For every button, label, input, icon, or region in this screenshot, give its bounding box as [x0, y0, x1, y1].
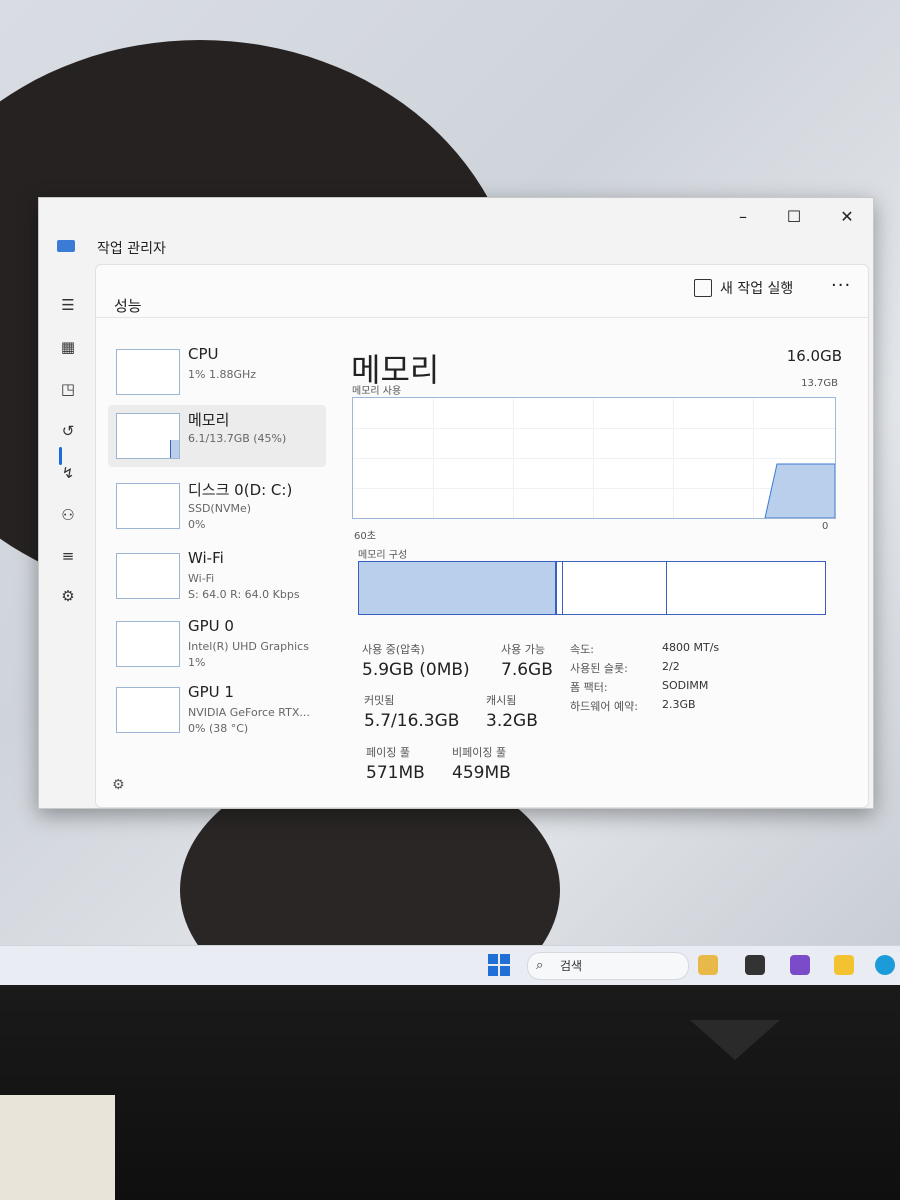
run-new-task-label: 새 작업 실행 — [720, 281, 794, 297]
resource-name: GPU 0 — [188, 617, 234, 635]
resource-item-gpu0[interactable]: GPU 0 Intel(R) UHD Graphics 1% — [108, 613, 326, 675]
desk-surface — [0, 1095, 115, 1200]
widgets-icon[interactable] — [698, 955, 718, 975]
nonpaged-pool-value: 459MB — [452, 763, 511, 783]
laptop-logo — [690, 1020, 780, 1060]
search-placeholder: 검색 — [560, 959, 583, 973]
composition-divider — [666, 562, 667, 614]
taskbar-search[interactable]: ⌕ 검색 — [527, 952, 689, 980]
memory-usage-label: 메모리 사용 — [352, 386, 402, 397]
paged-pool-value: 571MB — [366, 763, 425, 783]
new-task-icon — [694, 279, 712, 297]
resource-item-wifi[interactable]: Wi-Fi Wi-Fi S: 64.0 R: 64.0 Kbps — [108, 545, 326, 607]
performance-icon[interactable]: ◳ — [57, 378, 79, 400]
memory-composition-label: 메모리 구성 — [358, 550, 408, 561]
start-button[interactable] — [488, 954, 510, 976]
nonpaged-pool-label: 비페이징 풀 — [452, 746, 507, 759]
hardware-reserved-value: 2.3GB — [662, 698, 696, 711]
slots-label: 사용된 슬롯: — [570, 662, 628, 675]
speed-value: 4800 MT/s — [662, 641, 720, 654]
processes-icon[interactable]: ▦ — [57, 336, 79, 358]
resource-name: 디스크 0(D: C:) — [188, 481, 293, 499]
cached-value: 3.2GB — [486, 711, 538, 731]
gpu1-thumbnail — [116, 687, 180, 733]
resource-detail: SSD(NVMe) — [188, 502, 252, 515]
task-view-icon[interactable] — [745, 955, 765, 975]
startup-icon[interactable]: ↯ — [57, 462, 79, 484]
cached-label: 캐시됨 — [486, 694, 517, 707]
services-icon[interactable]: ⚙ — [57, 585, 79, 607]
memory-usage-graph — [352, 397, 836, 519]
memory-thumbnail — [116, 413, 180, 459]
cpu-thumbnail — [116, 349, 180, 395]
title-bar: 작업 관리자 – ☐ ✕ — [39, 198, 873, 262]
composition-divider — [562, 562, 563, 614]
disk-thumbnail — [116, 483, 180, 529]
resource-item-gpu1[interactable]: GPU 1 NVIDIA GeForce RTX... 0% (38 °C) — [108, 679, 326, 741]
divider — [96, 317, 868, 318]
resource-detail-2: 0% (38 °C) — [188, 722, 249, 735]
page-title: 성능 — [114, 297, 142, 315]
app-history-icon[interactable]: ↺ — [57, 420, 79, 442]
settings-icon[interactable]: ⚙ — [112, 777, 125, 793]
committed-value: 5.7/16.3GB — [364, 711, 460, 731]
committed-label: 커밋됨 — [364, 694, 395, 707]
users-icon[interactable]: ⚇ — [57, 504, 79, 526]
menu-icon[interactable]: ☰ — [57, 294, 79, 316]
resource-item-disk[interactable]: 디스크 0(D: C:) SSD(NVMe) 0% — [108, 475, 326, 537]
resource-detail: 1% 1.88GHz — [188, 368, 257, 381]
paged-pool-label: 페이징 풀 — [366, 746, 410, 759]
search-icon: ⌕ — [536, 958, 544, 973]
slots-value: 2/2 — [662, 660, 680, 673]
memory-usage-area — [764, 463, 835, 518]
resource-name: 메모리 — [188, 411, 230, 429]
file-explorer-icon[interactable] — [834, 955, 854, 975]
speed-label: 속도: — [570, 643, 594, 656]
resource-item-cpu[interactable]: CPU 1% 1.88GHz — [108, 341, 326, 403]
more-options-button[interactable]: ··· — [831, 275, 851, 296]
nav-rail: ☰ ▦ ◳ ↺ ↯ ⚇ ≡ ⚙ — [39, 262, 97, 808]
close-button[interactable]: ✕ — [825, 206, 869, 228]
memory-total: 16.0GB — [786, 347, 842, 365]
details-icon[interactable]: ≡ — [57, 545, 79, 567]
resource-item-memory[interactable]: 메모리 6.1/13.7GB (45%) — [108, 405, 326, 467]
task-manager-window: 작업 관리자 – ☐ ✕ ☰ ▦ ◳ ↺ ↯ ⚇ ≡ ⚙ 성능 새 작업 실행 … — [38, 197, 874, 809]
resource-detail: Wi-Fi — [188, 572, 215, 585]
wifi-thumbnail — [116, 553, 180, 599]
copilot-icon[interactable] — [790, 955, 810, 975]
maximize-button[interactable]: ☐ — [772, 206, 816, 228]
memory-usage-max: 13.7GB — [801, 378, 838, 389]
available-value: 7.6GB — [501, 660, 553, 680]
performance-pane: 성능 새 작업 실행 ··· CPU 1% 1.88GHz 메모리 6.1/13… — [95, 264, 869, 808]
resource-name: GPU 1 — [188, 683, 234, 701]
form-factor-label: 폼 팩터: — [570, 681, 608, 694]
resource-detail-2: 1% — [188, 656, 206, 669]
resource-name: CPU — [188, 345, 219, 363]
edge-icon[interactable] — [875, 955, 895, 975]
hardware-reserved-label: 하드웨어 예약: — [570, 700, 638, 713]
resource-name: Wi-Fi — [188, 549, 224, 567]
resource-detail-2: 0% — [188, 518, 206, 531]
memory-composition-bar — [358, 561, 826, 615]
resource-detail: Intel(R) UHD Graphics — [188, 640, 309, 653]
form-factor-value: SODIMM — [662, 679, 709, 692]
composition-in-use — [359, 562, 557, 614]
graph-axis-right: 0 — [822, 521, 829, 532]
taskbar: ⌕ 검색 — [0, 945, 900, 986]
window-title: 작업 관리자 — [97, 241, 166, 257]
laptop-bezel — [0, 985, 900, 1200]
run-new-task-button[interactable]: 새 작업 실행 — [694, 278, 793, 298]
resource-detail-2: S: 64.0 R: 64.0 Kbps — [188, 588, 300, 601]
resource-detail: 6.1/13.7GB (45%) — [188, 432, 287, 445]
resource-detail: NVIDIA GeForce RTX... — [188, 706, 310, 719]
in-use-label: 사용 중(압축) — [362, 643, 425, 656]
task-manager-icon — [57, 240, 75, 252]
gpu0-thumbnail — [116, 621, 180, 667]
graph-axis-left: 60초 — [354, 531, 376, 542]
memory-thumbnail-fill — [170, 440, 179, 458]
minimize-button[interactable]: – — [721, 206, 765, 228]
available-label: 사용 가능 — [501, 643, 545, 656]
in-use-value: 5.9GB (0MB) — [362, 660, 470, 680]
